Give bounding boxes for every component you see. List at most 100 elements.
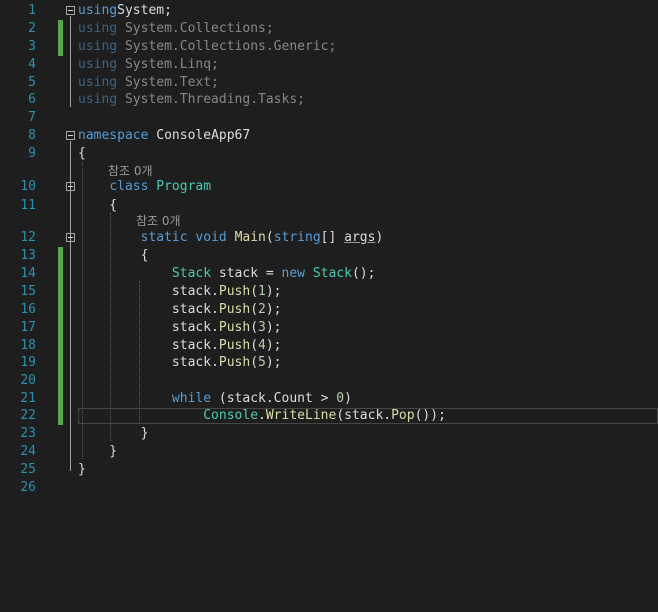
code-line[interactable]: 16 stack.Push(2);	[0, 301, 658, 319]
code-token: System.Threading.Tasks;	[117, 92, 305, 107]
code-token: []	[320, 230, 345, 245]
collapse-icon[interactable]	[66, 182, 75, 191]
line-number: 1	[28, 3, 36, 18]
line-number: 10	[20, 179, 36, 194]
change-indicator-bar	[58, 265, 63, 283]
line-number: 17	[20, 320, 36, 335]
code-text: stack.Push(5);	[78, 354, 282, 372]
code-line[interactable]: 4 using System.Linq;	[0, 56, 658, 74]
code-line[interactable]: 10 class Program	[0, 178, 658, 196]
code-token: (	[250, 284, 259, 299]
code-text: static void Main(string[] args)	[78, 229, 384, 247]
line-number: 19	[20, 355, 36, 370]
code-text: namespace ConsoleApp67	[78, 127, 250, 145]
line-number: 22	[20, 408, 36, 423]
code-token: System.Collections.Generic;	[117, 39, 337, 54]
code-token: )	[344, 391, 352, 406]
change-indicator-bar	[58, 319, 63, 337]
code-line[interactable]: 8 namespace ConsoleApp67	[0, 127, 658, 145]
code-token: );	[265, 284, 282, 299]
code-text: stack.Push(2);	[78, 301, 282, 319]
code-line[interactable]: 14 Stack stack = new Stack();	[0, 265, 658, 283]
codelens-references[interactable]: 참조 0개	[108, 162, 153, 180]
line-number: 7	[28, 110, 36, 125]
code-line[interactable]: 22 Console.WriteLine(stack.Pop());	[0, 407, 658, 425]
code-token: );	[265, 355, 282, 370]
code-token: (	[250, 302, 259, 317]
code-token: 3	[258, 320, 266, 335]
code-token: new	[281, 266, 305, 281]
code-token: 5	[258, 355, 266, 370]
code-line[interactable]: 13 {	[0, 247, 658, 265]
change-indicator-bar	[58, 354, 63, 372]
code-line[interactable]: 17 stack.Push(3);	[0, 319, 658, 337]
code-line[interactable]: 23 }	[0, 425, 658, 443]
code-token: Push	[218, 320, 251, 335]
line-number: 2	[28, 21, 36, 36]
change-indicator-bar	[58, 372, 63, 390]
code-line[interactable]: 19 stack.Push(5);	[0, 354, 658, 372]
code-token: System.Collections;	[117, 21, 274, 36]
code-token: (	[250, 338, 259, 353]
code-token: (stack.	[336, 408, 392, 423]
code-text: stack.Push(1);	[78, 283, 282, 301]
line-number: 5	[28, 75, 36, 90]
code-token: ());	[414, 408, 446, 423]
code-line[interactable]: 5 using System.Text;	[0, 74, 658, 92]
code-token: System.Linq;	[117, 57, 219, 72]
line-number: 21	[20, 391, 36, 406]
code-token: {	[78, 146, 86, 161]
change-indicator-bar	[58, 38, 63, 56]
code-token: );	[265, 302, 282, 317]
code-text: }	[78, 461, 86, 479]
code-line[interactable]: 7	[0, 109, 658, 127]
code-token: while	[171, 391, 212, 406]
code-line[interactable]: 1 usingSystem;	[0, 2, 658, 20]
collapse-icon[interactable]	[66, 131, 75, 140]
change-indicator-bar	[58, 247, 63, 265]
code-text: Stack stack = new Stack();	[78, 265, 376, 283]
code-token: class	[109, 179, 149, 194]
codelens-references[interactable]: 참조 0개	[136, 212, 181, 230]
code-line[interactable]: 25}	[0, 461, 658, 479]
code-token: using	[78, 3, 118, 18]
code-line[interactable]: 12 static void Main(string[] args)	[0, 229, 658, 247]
code-line[interactable]: 26	[0, 479, 658, 497]
code-line[interactable]: 6 using System.Threading.Tasks;	[0, 91, 658, 109]
code-token: 4	[258, 338, 266, 353]
code-token: namespace	[78, 128, 149, 143]
code-token: stack.	[78, 284, 219, 299]
code-token: {	[78, 198, 118, 213]
code-text: using System.Collections.Generic;	[78, 38, 336, 56]
code-text: {	[78, 145, 86, 163]
code-line[interactable]: 9{	[0, 145, 658, 163]
code-editor[interactable]: 1 usingSystem; 2 using System.Collections; 3…	[0, 0, 658, 612]
line-number: 3	[28, 39, 36, 54]
code-line[interactable]: 21 while (stack.Count > 0)	[0, 390, 658, 408]
code-token: );	[265, 338, 282, 353]
collapse-icon[interactable]	[66, 6, 75, 15]
code-line[interactable]: 11 {	[0, 197, 658, 215]
line-number: 16	[20, 302, 36, 317]
code-token: Console	[203, 408, 259, 423]
code-token: 0	[336, 391, 345, 406]
line-number: 11	[20, 198, 36, 213]
change-indicator-bar	[58, 337, 63, 355]
code-line[interactable]: 3 using System.Collections.Generic;	[0, 38, 658, 56]
code-line[interactable]: 2 using System.Collections;	[0, 20, 658, 38]
code-line[interactable]: 18 stack.Push(4);	[0, 337, 658, 355]
line-number: 25	[20, 462, 36, 477]
code-line[interactable]: 24 }	[0, 443, 658, 461]
collapse-icon[interactable]	[66, 233, 75, 242]
code-text: stack.Push(4);	[78, 337, 282, 355]
code-token: System;	[117, 3, 172, 18]
code-token: stack.	[78, 355, 219, 370]
line-number: 20	[20, 373, 36, 388]
code-text: class Program	[78, 178, 211, 196]
code-line[interactable]: 20	[0, 372, 658, 390]
code-line[interactable]: 15 stack.Push(1);	[0, 283, 658, 301]
